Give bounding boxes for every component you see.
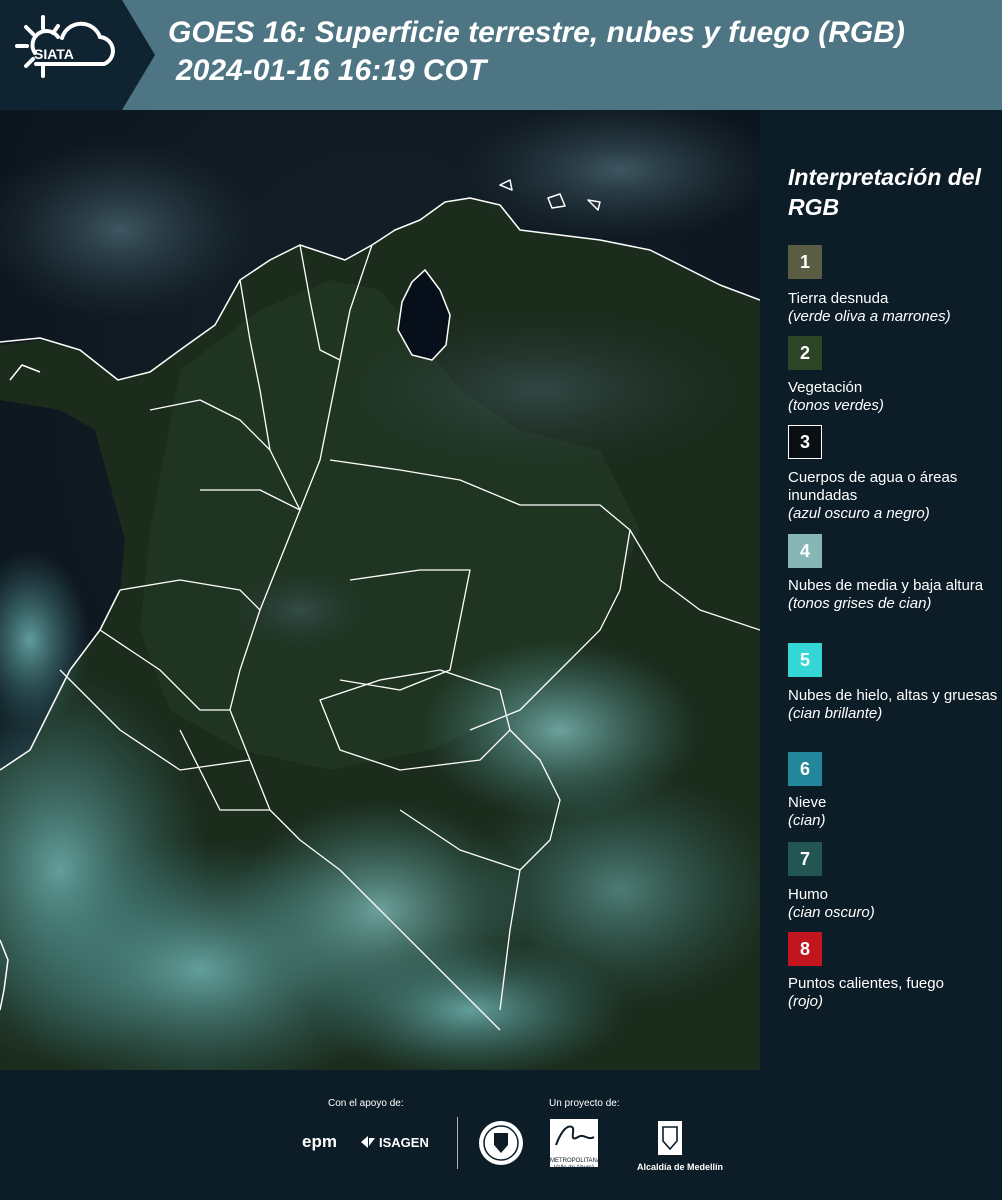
legend-panel: Interpretación del RGB 1 Tierra desnuda(… xyxy=(760,110,1002,1070)
legend-swatch-5: 5 xyxy=(788,643,822,677)
alcaldia-logo[interactable]: Alcaldía de Medellín xyxy=(637,1119,724,1172)
siata-logo[interactable]: SIATA xyxy=(0,0,155,110)
alcaldia-shield-icon xyxy=(658,1121,682,1155)
legend-swatch-1: 1 xyxy=(788,245,822,279)
legend-label-4: Nubes de media y baja altura (tonos grise… xyxy=(788,577,984,612)
isagen-logo[interactable]: ISAGEN xyxy=(360,1134,429,1150)
header-bar: SIATA GOES 16: Superficie terrestre, nub… xyxy=(0,0,1002,110)
legend-swatch-8: 8 xyxy=(788,932,822,966)
svg-text:SIATA: SIATA xyxy=(34,46,74,62)
project-label: Un proyecto de: xyxy=(549,1098,620,1109)
page-title: GOES 16: Superficie terrestre, nubes y f… xyxy=(168,16,905,49)
epm-logo[interactable]: epm xyxy=(302,1132,337,1152)
legend-swatch-3: 3 xyxy=(788,425,822,459)
sun-cloud-icon: SIATA xyxy=(15,15,115,78)
area-metropolitana-logo[interactable]: METROPOLITANA Valle de Aburrá xyxy=(550,1119,601,1171)
timestamp: 2024-01-16 16:19 COT xyxy=(176,54,487,87)
legend-label-5: Nubes de hielo, altas y gruesas (cian bri… xyxy=(788,687,998,722)
isagen-icon xyxy=(361,1136,375,1148)
legend-label-3: Cuerpos de agua o áreas inundadas (azul o… xyxy=(788,469,958,522)
area-metropolitana-text: METROPOLITANA Valle de Aburrá xyxy=(550,1158,601,1171)
footer: Con el apoyo de: Un proyecto de: epm ISA… xyxy=(0,1070,1002,1200)
legend-swatch-2: 2 xyxy=(788,336,822,370)
legend-label-8: Puntos calientes, fuego (rojo) xyxy=(788,975,944,1010)
area-script-icon xyxy=(555,1125,595,1146)
medellin-seal-icon[interactable] xyxy=(477,1119,525,1167)
legend-title: Interpretación del RGB xyxy=(788,164,981,220)
legend-label-7: Humo (cian oscuro) xyxy=(788,886,875,921)
support-label: Con el apoyo de: xyxy=(328,1098,404,1109)
legend-label-2: Vegetación (tonos verdes) xyxy=(788,379,884,414)
satellite-map[interactable] xyxy=(0,110,760,1070)
legend-swatch-4: 4 xyxy=(788,534,822,568)
legend-label-1: Tierra desnuda (verde oliva a marrones) xyxy=(788,290,951,325)
legend-label-6: Nieve (cian) xyxy=(788,794,827,829)
legend-swatch-6: 6 xyxy=(788,752,822,786)
footer-divider xyxy=(457,1117,458,1169)
alcaldia-text: Alcaldía de Medellín xyxy=(637,1162,724,1172)
legend-swatch-7: 7 xyxy=(788,842,822,876)
